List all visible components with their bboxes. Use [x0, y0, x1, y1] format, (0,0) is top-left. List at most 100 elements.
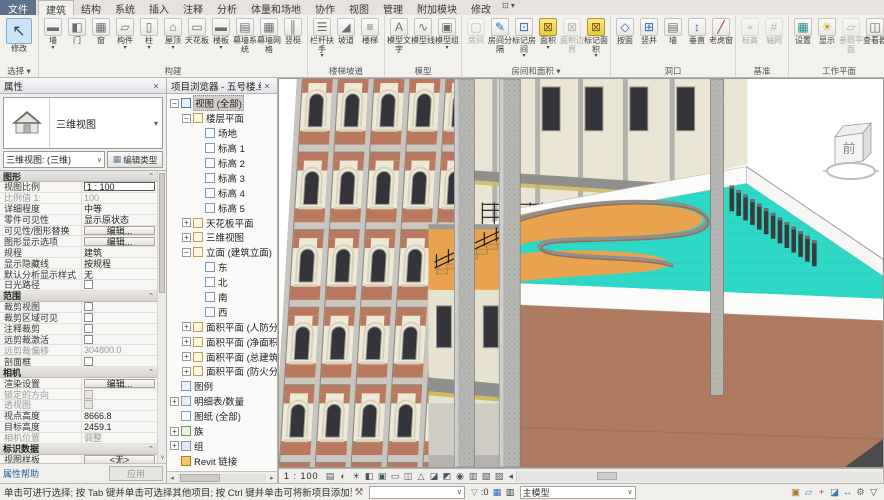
tag-room-button[interactable]: ⊡标记房间▾	[512, 17, 536, 59]
curtain-system-button[interactable]: ▤幕墙系统	[233, 17, 257, 54]
properties-scroll-thumb[interactable]	[159, 173, 165, 293]
funnel-count-icon[interactable]: ▽	[468, 487, 481, 498]
drag-on-selection-icon[interactable]: ↔	[841, 486, 854, 499]
property-edit-button[interactable]: 编辑...	[84, 237, 155, 246]
area-button[interactable]: ⊠面积▾	[536, 17, 560, 51]
isolate-icon[interactable]: ◩	[441, 470, 454, 482]
roof-button[interactable]: ⌂屋顶▾	[161, 17, 185, 51]
tree-expand-icon[interactable]: +	[182, 233, 191, 242]
tree-item[interactable]: 图纸 (全部)	[167, 409, 277, 424]
modify-cursor-button[interactable]: ↖修改	[2, 17, 36, 54]
ribbon-tab-建筑[interactable]: 建筑	[38, 0, 74, 15]
ribbon-tab-体量和场地[interactable]: 体量和场地	[244, 0, 308, 15]
tree-expand-icon[interactable]: +	[182, 322, 191, 331]
scroll-down-icon[interactable]: ∨	[158, 454, 166, 463]
tree-collapse-icon[interactable]: −	[170, 99, 179, 108]
filter-icon[interactable]: ▽	[867, 486, 880, 499]
sun-path-icon[interactable]: ☀	[350, 470, 363, 482]
tree-item[interactable]: 场地	[167, 126, 277, 141]
wall-button[interactable]: ▬墙▾	[41, 17, 65, 51]
close-icon[interactable]: ×	[261, 81, 273, 91]
property-checkbox[interactable]	[84, 357, 93, 366]
ribbon-tab-注释[interactable]: 注释	[176, 0, 210, 15]
ribbon-tab-视图[interactable]: 视图	[342, 0, 376, 15]
design-options-icon[interactable]: ▦	[491, 487, 504, 498]
viewcube[interactable]: 前	[823, 107, 879, 191]
scroll-left-icon[interactable]: ◂	[167, 474, 177, 482]
temp-hide-icon[interactable]: ◪	[428, 470, 441, 482]
tree-expand-icon[interactable]: +	[182, 218, 191, 227]
render-icon[interactable]: ▣	[376, 470, 389, 482]
tree-item[interactable]: +组	[167, 438, 277, 453]
tree-item[interactable]: +面积平面 (防火分区面积)	[167, 364, 277, 379]
tree-item[interactable]: 标高 3	[167, 170, 277, 185]
ribbon-tab-修改[interactable]: 修改	[464, 0, 498, 15]
floor-button[interactable]: ▬楼板▾	[209, 17, 233, 51]
visual-style-icon[interactable]: ◐	[337, 470, 350, 482]
property-checkbox[interactable]	[84, 302, 93, 311]
railing-button[interactable]: ☰栏杆扶手▾	[310, 17, 334, 59]
tree-item[interactable]: 标高 1	[167, 141, 277, 156]
tree-item[interactable]: +三维视图	[167, 230, 277, 245]
property-section-标识数据[interactable]: 标识数据⌃	[0, 444, 157, 455]
property-checkbox[interactable]	[84, 280, 93, 289]
tree-item[interactable]: 北	[167, 275, 277, 290]
select-links-icon[interactable]: ▣	[789, 486, 802, 499]
model-text-button[interactable]: A模型文字	[387, 17, 411, 54]
view-scroll-thumb[interactable]	[597, 472, 617, 480]
scroll-left-icon[interactable]: ◂	[506, 471, 517, 482]
room-separator-button[interactable]: ✎房间分隔	[488, 17, 512, 54]
tag-area-button[interactable]: ⊠标记面积▾	[584, 17, 608, 59]
tree-item[interactable]: 图例	[167, 379, 277, 394]
section-collapse-icon[interactable]: ⌃	[148, 368, 154, 376]
tree-item[interactable]: +面积平面 (人防分区面积)	[167, 319, 277, 334]
property-edit-button[interactable]: 编辑...	[84, 226, 155, 235]
property-checkbox[interactable]	[84, 335, 93, 344]
ramp-button[interactable]: ◢坡道	[334, 17, 358, 46]
detail-level-icon[interactable]: ▤	[324, 470, 337, 482]
ribbon-panel-toggle-icon[interactable]: ⊡ ▾	[498, 0, 519, 15]
property-section-范围[interactable]: 范围⌃	[0, 291, 157, 302]
wp-show-button[interactable]: ☀显示	[815, 17, 839, 46]
tree-item[interactable]: −楼层平面	[167, 111, 277, 126]
property-edit-button[interactable]: <无>	[84, 455, 155, 463]
tree-expand-icon[interactable]: +	[182, 337, 191, 346]
tree-expand-icon[interactable]: +	[170, 441, 179, 450]
wp-set-button[interactable]: ▦设置	[791, 17, 815, 46]
ribbon-tab-结构[interactable]: 结构	[74, 0, 108, 15]
ribbon-tab-协作[interactable]: 协作	[308, 0, 342, 15]
worksharing-display-icon[interactable]: ▥	[467, 470, 480, 482]
ribbon-tab-插入[interactable]: 插入	[142, 0, 176, 15]
property-checkbox[interactable]	[84, 324, 93, 333]
stair-button[interactable]: ≡楼梯	[358, 17, 382, 46]
apply-button[interactable]: 应用	[109, 466, 163, 481]
type-selector[interactable]: 三维视图 ▾	[3, 97, 163, 149]
tree-collapse-icon[interactable]: −	[182, 114, 191, 123]
instance-selector[interactable]: 三维视图: (三维) ∨	[3, 151, 105, 168]
tree-item[interactable]: 南	[167, 290, 277, 305]
model-canvas[interactable]: 前	[278, 78, 884, 468]
close-icon[interactable]: ×	[150, 81, 162, 91]
tree-collapse-icon[interactable]: −	[182, 248, 191, 257]
select-pinned-icon[interactable]: +	[815, 486, 828, 499]
tree-item[interactable]: +明细表/数量	[167, 394, 277, 409]
model-group-button[interactable]: ▣模型组▾	[435, 17, 459, 51]
section-collapse-icon[interactable]: ⌃	[148, 445, 154, 453]
analytic-icon[interactable]: ▨	[493, 470, 506, 482]
properties-scrollbar[interactable]: ∨	[157, 171, 166, 463]
wall-opening-button[interactable]: ▤墙	[661, 17, 685, 46]
curtain-grid-button[interactable]: ▦幕墙网格	[257, 17, 281, 54]
ceiling-button[interactable]: ▭天花板	[185, 17, 209, 46]
viewcube-compass-ring[interactable]	[827, 163, 875, 179]
scroll-right-icon[interactable]: ▸	[267, 474, 277, 482]
mullion-button[interactable]: ║竖梃	[281, 17, 305, 46]
section-collapse-icon[interactable]: ⌃	[148, 292, 154, 300]
shaft-button[interactable]: ⊞竖井	[637, 17, 661, 46]
property-section-相机[interactable]: 相机⌃	[0, 367, 157, 378]
property-input[interactable]: 1 : 100	[84, 182, 155, 191]
design-option-combo[interactable]: 主模型 ∨	[520, 486, 636, 499]
file-menu-tab[interactable]: 文件	[0, 0, 36, 15]
temp-view-icon[interactable]: ▧	[480, 470, 493, 482]
chevron-down-icon[interactable]: ▾	[150, 98, 162, 148]
tree-item[interactable]: 标高 4	[167, 185, 277, 200]
